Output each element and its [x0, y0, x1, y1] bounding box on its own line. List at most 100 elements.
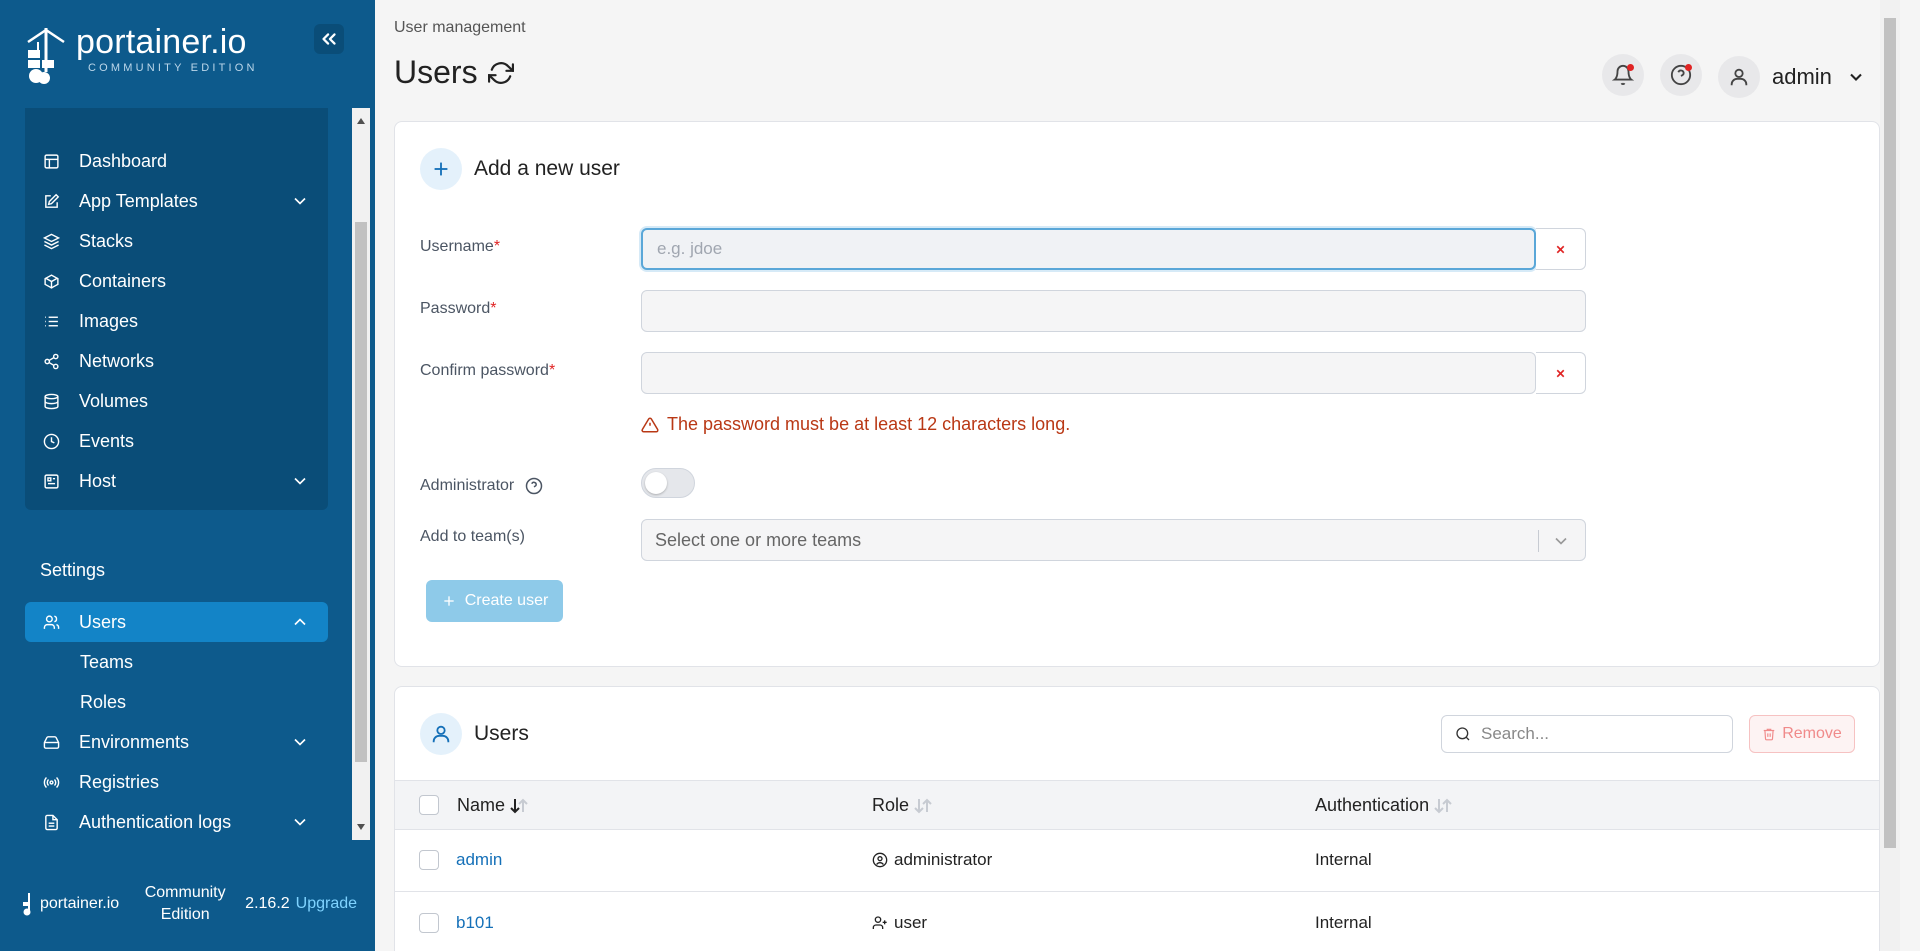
user-icon [1730, 68, 1748, 86]
sidebar-item-label: Registries [79, 771, 160, 792]
users-icon [41, 612, 61, 632]
user-menu[interactable]: admin [1718, 56, 1866, 98]
user-role-cell: user [872, 913, 927, 933]
help-circle-icon[interactable] [525, 477, 543, 495]
username-label: Username* [420, 238, 501, 255]
main-scrollbar-thumb[interactable] [1884, 18, 1896, 848]
environment-nav-group: Dashboard App Templates Stacks Container… [25, 108, 328, 510]
portainer-logo[interactable]: portainer.io COMMUNITY EDITION [22, 24, 258, 84]
users-table-card: Users Search... Remove Name Role Authent… [394, 686, 1880, 951]
toggle-knob [645, 472, 667, 494]
page-title-text: Users [394, 54, 478, 90]
select-all-checkbox[interactable] [419, 795, 439, 815]
sidebar-item-events[interactable]: Events [25, 421, 328, 461]
sidebar-item-label: Users [79, 611, 127, 632]
confirm-password-field[interactable] [641, 352, 1536, 394]
row-checkbox[interactable] [419, 850, 439, 870]
chevron-down-icon [1555, 537, 1567, 545]
edit-icon [41, 191, 61, 211]
add-user-card: Add a new user Username* e.g. jdoe Passw… [394, 121, 1880, 667]
portainer-crane-icon [27, 28, 65, 84]
notifications-button[interactable] [1602, 54, 1644, 96]
help-button[interactable] [1660, 54, 1702, 96]
notification-dot [1627, 64, 1634, 71]
chevron-up-icon [294, 618, 306, 626]
clear-username-button[interactable] [1536, 228, 1586, 270]
sidebar-item-containers[interactable]: Containers [25, 261, 328, 301]
password-field[interactable] [641, 290, 1586, 332]
row-checkbox[interactable] [419, 913, 439, 933]
main-scrollbar[interactable] [1880, 0, 1900, 951]
sort-desc-icon [510, 798, 528, 813]
sidebar-scrollbar[interactable] [352, 108, 370, 840]
sidebar-item-networks[interactable]: Networks [25, 341, 328, 381]
sidebar-item-teams[interactable]: Teams [80, 652, 133, 673]
upgrade-link[interactable]: Upgrade [296, 895, 357, 913]
add-user-title: Add a new user [474, 157, 620, 180]
sidebar-scrollbar-thumb[interactable] [355, 222, 367, 762]
footer-logo: portainer.io [22, 892, 119, 916]
user-link[interactable]: admin [456, 850, 502, 870]
sidebar: portainer.io COMMUNITY EDITION Dashboard… [0, 0, 375, 951]
select-separator [1538, 530, 1539, 552]
sidebar-item-dashboard[interactable]: Dashboard [25, 141, 328, 181]
sidebar-scroll-area: Dashboard App Templates Stacks Container… [0, 108, 352, 840]
close-icon [1556, 369, 1565, 377]
edition-line-1: Community [144, 884, 226, 901]
sidebar-item-users[interactable]: Users [25, 602, 328, 642]
administrator-toggle[interactable] [641, 468, 695, 498]
user-plus-icon [872, 916, 887, 929]
radio-icon [41, 772, 61, 792]
search-input[interactable]: Search... [1441, 715, 1733, 753]
user-name-cell: b101 [456, 913, 494, 933]
teams-placeholder: Select one or more teams [655, 529, 862, 550]
password-label: Password* [420, 300, 497, 317]
box-icon [41, 271, 61, 291]
teams-select[interactable]: Select one or more teams [641, 519, 1586, 561]
column-authentication[interactable]: Authentication [1315, 795, 1453, 816]
sidebar-item-images[interactable]: Images [25, 301, 328, 341]
edition-line-2: Edition [160, 906, 210, 923]
create-user-label: Create user [464, 592, 549, 609]
sidebar-item-volumes[interactable]: Volumes [25, 381, 328, 421]
column-role[interactable]: Role [872, 795, 933, 816]
user-role-cell: administrator [872, 850, 992, 870]
portainer-crane-icon [23, 893, 31, 916]
sidebar-item-label: App Templates [79, 190, 198, 211]
column-name[interactable]: Name [457, 795, 529, 816]
sidebar-item-app-templates[interactable]: App Templates [25, 181, 328, 221]
collapse-sidebar-button[interactable] [314, 24, 344, 54]
sidebar-item-registries[interactable]: Registries [25, 762, 328, 802]
sidebar-item-environments[interactable]: Environments [25, 722, 328, 762]
trash-icon [1763, 728, 1775, 741]
close-icon [1556, 245, 1565, 253]
sidebar-item-label: Containers [79, 270, 167, 291]
sidebar-item-stacks[interactable]: Stacks [25, 221, 328, 261]
sidebar-item-host[interactable]: Host [25, 461, 328, 501]
file-text-icon [41, 812, 61, 832]
remove-button[interactable]: Remove [1749, 715, 1855, 753]
list-icon [41, 311, 61, 331]
sidebar-item-authentication-logs[interactable]: Authentication logs [25, 802, 328, 840]
edition-label: Community Edition [139, 882, 231, 926]
confirm-password-label: Confirm password* [420, 362, 556, 379]
user-name-cell: admin [456, 850, 502, 870]
user-icon [420, 713, 462, 755]
user-link[interactable]: b101 [456, 913, 494, 933]
page-title: Users [394, 54, 514, 91]
scroll-down-arrow-icon[interactable] [356, 822, 366, 832]
sidebar-item-roles[interactable]: Roles [80, 692, 126, 713]
scroll-up-arrow-icon[interactable] [356, 116, 366, 126]
refresh-icon[interactable] [487, 60, 514, 86]
teams-label: Add to team(s) [420, 528, 525, 545]
username-field[interactable]: e.g. jdoe [641, 228, 1536, 270]
search-icon [1456, 727, 1470, 741]
create-user-button[interactable]: Create user [426, 580, 563, 622]
clear-confirm-password-button[interactable] [1536, 352, 1586, 394]
clock-icon [41, 431, 61, 451]
breadcrumb[interactable]: User management [394, 19, 526, 37]
administrator-label: Administrator [420, 477, 543, 495]
user-circle-icon [872, 852, 888, 868]
database-icon [41, 391, 61, 411]
logo-subtitle: COMMUNITY EDITION [88, 62, 258, 74]
